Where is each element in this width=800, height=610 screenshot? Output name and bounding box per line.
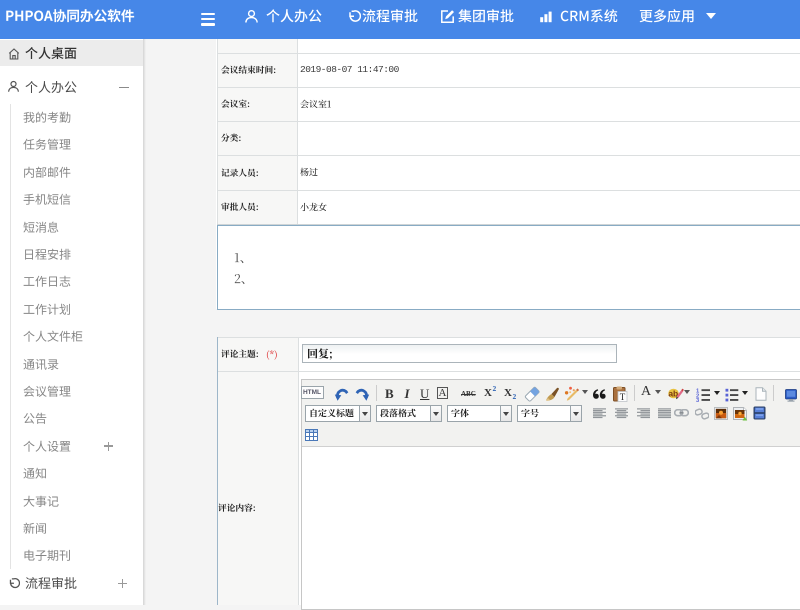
- svg-text:3: 3: [696, 398, 700, 402]
- svg-text:T: T: [620, 391, 626, 401]
